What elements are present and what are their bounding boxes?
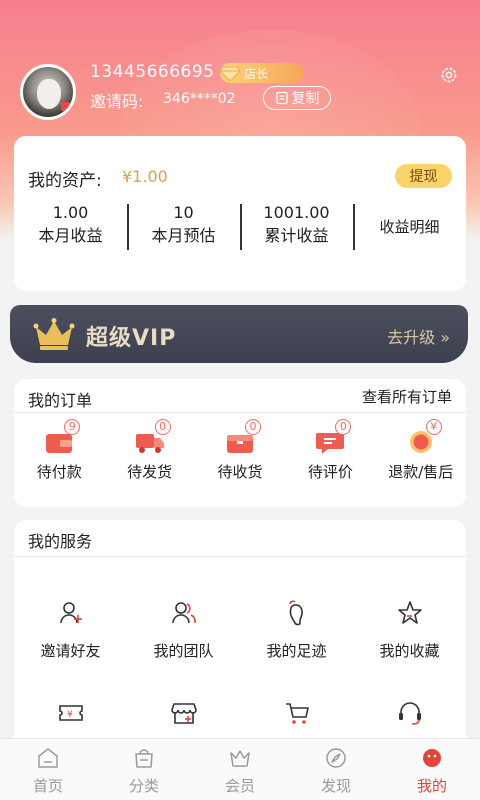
profile-icon	[423, 749, 441, 767]
services-title: 我的服务	[28, 532, 93, 551]
tab-home[interactable]: 首页	[0, 739, 96, 800]
order-refund-aftersales[interactable]: ¥ 退款/售后	[376, 419, 466, 482]
tab-label: 分类	[128, 777, 159, 795]
order-pending-shipment[interactable]: 0 待发货	[104, 419, 194, 482]
user-phone: 13445666695	[90, 62, 215, 82]
stat-label: 收益明细	[379, 218, 440, 236]
svg-text:¥: ¥	[67, 710, 73, 720]
stat-value: 10	[173, 203, 194, 222]
assets-amount: ¥1.00	[122, 167, 168, 186]
service-favorites[interactable]: 我的收藏	[353, 600, 466, 661]
service-customer-support[interactable]	[353, 700, 466, 740]
copy-button[interactable]: 复制	[263, 86, 331, 110]
divider	[14, 412, 466, 413]
copy-button-label: 复制	[291, 91, 320, 107]
crown-icon	[230, 750, 250, 767]
stat-month-estimate[interactable]: 10 本月预估	[127, 202, 240, 252]
stat-label: 累计收益	[264, 226, 329, 245]
orders-title: 我的订单	[28, 391, 93, 410]
stat-label: 本月收益	[38, 226, 103, 245]
vip-banner[interactable]: 超级VIP 去升级 »	[10, 305, 468, 363]
service-cart[interactable]	[240, 700, 353, 740]
service-coupons[interactable]: ¥	[14, 700, 127, 740]
tab-category[interactable]: 分类	[96, 739, 192, 800]
invite-code-value: 346****02	[163, 91, 236, 107]
bottom-tab-bar: 首页 分类 会员 发现 我的	[0, 738, 480, 800]
tab-label: 会员	[224, 777, 255, 795]
assets-label: 我的资产:	[28, 171, 102, 191]
stat-total-income[interactable]: 1001.00 累计收益	[240, 202, 353, 252]
avatar-indicator	[61, 102, 70, 111]
order-label: 待发货	[127, 463, 173, 481]
service-label: 我的足迹	[266, 642, 327, 660]
assets-card: 我的资产: ¥1.00 提现 1.00 本月收益 10 本月预估 1001.00…	[14, 136, 466, 291]
service-invite-friends[interactable]: 邀请好友	[14, 600, 127, 661]
diamond-icon	[220, 66, 240, 81]
order-count-badge: 0	[154, 419, 171, 435]
order-label: 退款/售后	[388, 463, 454, 481]
compass-icon	[326, 748, 346, 768]
service-label: 我的收藏	[379, 642, 440, 660]
order-pending-receipt[interactable]: 0 待收货	[195, 419, 285, 482]
vip-upgrade-link[interactable]: 去升级 »	[387, 324, 450, 348]
cart-icon	[285, 703, 309, 724]
withdraw-button[interactable]: 提现	[395, 164, 452, 188]
team-icon	[171, 602, 196, 624]
order-label: 待付款	[36, 463, 82, 481]
view-all-orders-link[interactable]: 查看所有订单	[362, 386, 452, 407]
earnings-stats: 1.00 本月收益 10 本月预估 1001.00 累计收益 收益明细	[14, 202, 466, 252]
order-label: 待收货	[217, 463, 263, 481]
member-badge: 店长	[220, 63, 304, 83]
stat-month-income[interactable]: 1.00 本月收益	[14, 202, 127, 252]
avatar-dog-face	[37, 79, 61, 109]
orders-card: 我的订单 查看所有订单 9 待付款 0 待发货 0 待收货 0 待评价 ¥ 退款…	[14, 379, 466, 507]
star-icon	[397, 601, 422, 624]
order-pending-review[interactable]: 0 待评价	[285, 419, 375, 482]
tab-label: 我的	[416, 777, 447, 795]
order-count-badge: ¥	[425, 419, 442, 435]
stat-value: 1.00	[52, 203, 89, 222]
tab-label: 首页	[32, 777, 63, 795]
crown-icon	[33, 318, 75, 350]
vip-title: 超级VIP	[86, 326, 177, 351]
invite-code-label: 邀请码:	[90, 92, 144, 111]
ticket-icon: ¥	[58, 705, 83, 721]
service-store[interactable]	[127, 700, 240, 740]
avatar[interactable]	[20, 64, 76, 120]
services-card: 我的服务 邀请好友 我的团队 我的足迹 我的收藏 ¥	[14, 520, 466, 760]
order-pending-payment[interactable]: 9 待付款	[14, 419, 104, 482]
tab-member[interactable]: 会员	[192, 739, 288, 800]
home-icon	[38, 748, 58, 768]
order-label: 待评价	[307, 463, 353, 481]
category-icon	[135, 749, 153, 768]
tab-label: 发现	[320, 777, 351, 795]
income-details-link[interactable]: 收益明细	[353, 202, 466, 252]
order-count-badge: 9	[64, 419, 81, 435]
service-footprints[interactable]: 我的足迹	[240, 600, 353, 661]
store-icon	[170, 703, 197, 724]
tab-discover[interactable]: 发现	[288, 739, 384, 800]
footprint-icon	[288, 600, 303, 626]
settings-icon[interactable]	[440, 66, 458, 84]
copy-icon	[275, 91, 288, 105]
stat-value: 1001.00	[263, 203, 330, 222]
stat-label: 本月预估	[151, 226, 216, 245]
service-my-team[interactable]: 我的团队	[127, 600, 240, 661]
order-count-badge: 0	[335, 419, 352, 435]
service-label: 我的团队	[153, 642, 214, 660]
divider	[14, 556, 466, 557]
order-count-badge: 0	[244, 419, 261, 435]
service-label: 邀请好友	[40, 642, 101, 660]
member-badge-label: 店长	[244, 66, 269, 81]
invite-friend-icon	[59, 602, 82, 624]
tab-profile[interactable]: 我的	[384, 739, 480, 800]
headset-icon	[398, 702, 421, 725]
